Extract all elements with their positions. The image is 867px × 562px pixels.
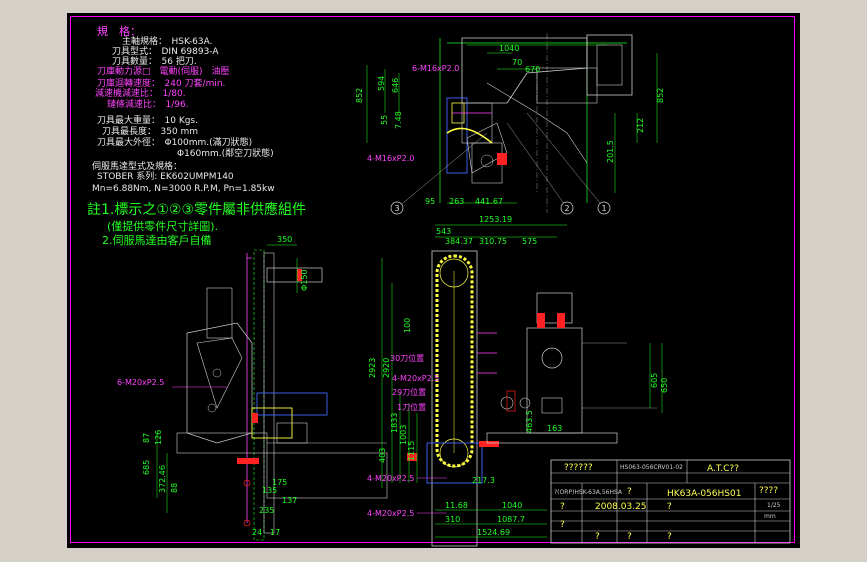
dim-mid-463: 463.5 [525, 410, 534, 433]
title-block: ?????? HS063-056CRV01-02 A.T.C?? ?(ORP)H… [550, 459, 791, 544]
tb-r1c3: A.T.C?? [707, 464, 739, 474]
dim-thread-top: 6-M16xP2.0 [412, 64, 459, 73]
dim-mid-1115: 1115 [407, 441, 416, 461]
tb-q1: ? [560, 502, 565, 512]
dim-top-594: 594 [377, 76, 386, 91]
side-view: 350 Φ150 6-M20xP2.5 87 126 685 372.46 88… [117, 235, 388, 541]
dim-top-263: 263 [449, 197, 464, 206]
balloon-3: 3 [394, 204, 399, 213]
tb-unit: mm [764, 513, 776, 520]
dim-mid-543: 543 [436, 227, 451, 236]
dim-left-thread: 6-M20xP2.5 [117, 378, 164, 387]
dim-mid-605: 605 [650, 373, 659, 388]
dim-top-748: 7.48 [394, 111, 403, 129]
dim-left-350: 350 [277, 235, 292, 244]
dim-mid-217: 217.3 [472, 476, 495, 485]
tb-q3: ? [560, 520, 565, 530]
tb-r2c3: HK63A-056HS01 [667, 489, 741, 499]
dim-mid-384: 384.37 [445, 237, 473, 246]
dim-mid-2923: 2923 [368, 358, 377, 378]
tb-r1c2: HS063-056CRV01-02 [620, 464, 683, 471]
dim-mid-403: 403 [378, 448, 387, 463]
tb-q2: ? [667, 502, 672, 512]
dim-mid-310b: 310 [445, 515, 460, 524]
tb-q4: ? [595, 532, 600, 542]
dim-mid-1253: 1253.19 [479, 215, 512, 224]
tb-r1c1: ?????? [564, 463, 593, 473]
dim-left-126: 126 [154, 430, 163, 445]
dim-top-1040: 1040 [499, 44, 519, 53]
dim-mid-650: 650 [660, 378, 669, 393]
thread-mid-c: 4-M20xP2.5 [367, 509, 414, 518]
dim-mid-575: 575 [522, 237, 537, 246]
label-29-pos: 29刀位置 [392, 387, 426, 397]
dim-mid-1833: 1833 [390, 413, 399, 433]
dim-mid-100: 100 [403, 318, 412, 333]
dim-left-685: 685 [142, 460, 151, 475]
dim-top-646: 646 [391, 78, 400, 93]
dim-left-87: 87 [142, 433, 151, 443]
dim-left-235: 235 [259, 506, 274, 515]
tb-scale: 1/25 [767, 502, 781, 509]
dim-left-137: 137 [282, 496, 297, 505]
tb-q5: ? [627, 532, 632, 542]
dim-top-212: 212 [636, 118, 645, 133]
dim-left-88: 88 [170, 483, 179, 493]
label-1-pos: 1刀位置 [397, 402, 426, 412]
dim-top-70: 70 [512, 58, 522, 67]
thread-mid-b: 4-M20xP2.5 [367, 474, 414, 483]
dim-left-17: 17 [270, 528, 280, 537]
tb-r2c2: ? [627, 487, 632, 497]
cad-drawing: 3 2 1 1040 70 670 6-M16xP2.0 4-M16xP2.0 … [117, 33, 791, 547]
dim-left-372: 372.46 [158, 465, 167, 493]
dim-left-135: 135 [262, 486, 277, 495]
dim-left-24: 24 [252, 528, 262, 537]
cad-viewport[interactable]: 規 格： 主軸規格： HSK-63A. 刀具型式： DIN 69893-A 刀具… [67, 13, 800, 548]
dim-thread-bot: 4-M16xP2.0 [367, 154, 414, 163]
thread-mid-a: 4-M20xP2.5 [392, 374, 439, 383]
tb-r2c4: ???? [759, 486, 778, 496]
dim-mid-310: 310.75 [479, 237, 507, 246]
dim-top-95: 95 [425, 197, 435, 206]
balloon-2: 2 [564, 204, 569, 213]
dim-top-201: 201.5 [606, 140, 615, 163]
tb-r2c1: ?(ORP)HSK-63A,56HSA [554, 489, 623, 496]
tb-date: 2008.03.25 [595, 502, 647, 512]
dim-top-441: 441.67 [475, 197, 503, 206]
dim-top-852-left: 852 [355, 88, 364, 103]
front-view: 2923 2920 1833 1003 403 1115 100 605 650… [367, 215, 669, 547]
dim-top-670: 670 [525, 65, 540, 74]
label-30-pos: 30刀位置 [390, 353, 424, 363]
balloon-1: 1 [601, 204, 606, 213]
dim-left-150: Φ150 [300, 269, 309, 291]
dim-mid-163: 163 [547, 424, 562, 433]
tb-q6: ? [667, 532, 672, 542]
top-view: 3 2 1 1040 70 670 6-M16xP2.0 4-M16xP2.0 … [355, 33, 665, 215]
dim-mid-1524: 1524.69 [477, 528, 510, 537]
dim-mid-1087: 1087.7 [497, 515, 525, 524]
dim-top-55: 55 [380, 115, 389, 125]
dim-mid-1040: 1040 [502, 501, 522, 510]
dim-top-852-right: 852 [656, 88, 665, 103]
dim-mid-1168: 11.68 [445, 501, 468, 510]
